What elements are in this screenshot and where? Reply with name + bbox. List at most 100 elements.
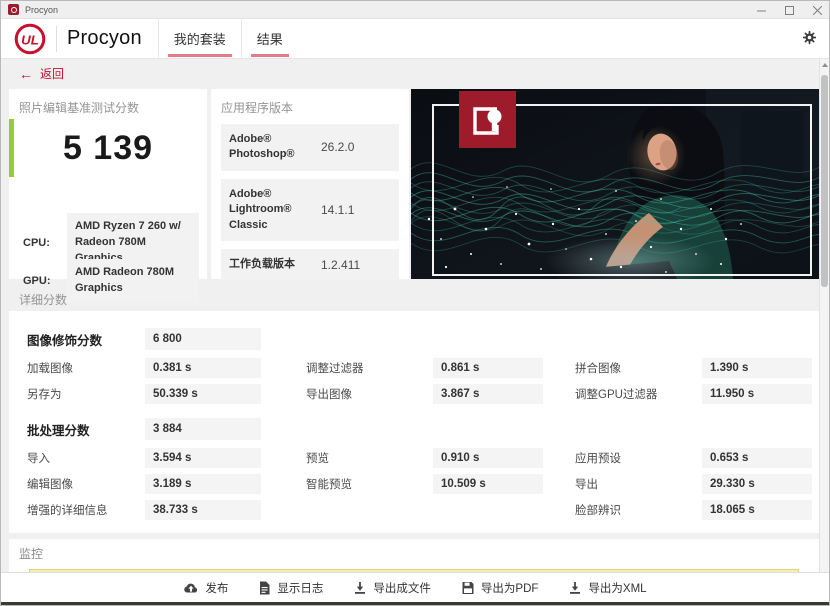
maximize-icon xyxy=(784,5,794,15)
export-pdf-button[interactable]: 导出为PDF xyxy=(461,580,538,596)
scrollbar-thumb[interactable] xyxy=(821,75,828,287)
vertical-scrollbar[interactable] xyxy=(819,59,829,572)
batch-score-value: 3 884 xyxy=(145,418,261,440)
show-log-button[interactable]: 显示日志 xyxy=(258,580,323,596)
metric-value: 10.509 s xyxy=(433,474,543,494)
close-icon xyxy=(812,5,822,15)
versions-panel: 应用程序版本 Adobe® Photoshop® 26.2.0 Adobe® L… xyxy=(211,89,409,281)
metric-value-empty xyxy=(433,500,543,520)
tab-my-suites[interactable]: 我的套装 xyxy=(157,18,241,59)
metric-label: 调整过滤器 xyxy=(306,363,364,375)
detail-row: 编辑图像 3.189 s 智能预览 10.509 s 导出 29.330 s xyxy=(9,471,819,497)
title-bar: Procyon xyxy=(1,1,829,19)
batch-score-label: 批处理分数 xyxy=(27,423,90,438)
window-title: Procyon xyxy=(25,4,59,15)
monitoring-title: 监控 xyxy=(19,547,44,561)
header: UL Procyon 我的套装 结果 xyxy=(1,18,829,59)
detail-row: 导入 3.594 s 预览 0.910 s 应用预设 0.653 s xyxy=(9,445,819,471)
metric-value: 1.390 s xyxy=(702,358,812,378)
metric-value: 3.867 s xyxy=(433,384,543,404)
photo-benchmark-badge-icon xyxy=(459,91,516,148)
batch-score-row: 批处理分数 3 884 xyxy=(9,413,819,445)
desktop-edge xyxy=(1,602,829,605)
version-item: Adobe® Lightroom® Classic 14.1.1 xyxy=(221,178,399,241)
version-item: 工作负载版本 1.2.411 xyxy=(221,248,399,281)
metric-value: 0.653 s xyxy=(702,448,812,468)
app-logo-icon xyxy=(8,4,19,15)
detailed-scores-title: 详细分数 xyxy=(19,293,68,307)
detail-row: 增强的详细信息 38.733 s 脸部辨识 18.065 s xyxy=(9,497,819,523)
maximize-button[interactable] xyxy=(776,1,802,19)
ul-logo: UL xyxy=(14,23,46,54)
metric-label: 另存为 xyxy=(27,389,62,401)
metric-label: 脸部辨识 xyxy=(575,505,621,517)
detailed-scores-panel: 图像修饰分数 6 800 加载图像 0.381 s 调整过滤器 0.861 s … xyxy=(9,311,819,533)
cpu-label: CPU: xyxy=(23,236,50,249)
detail-row: 加载图像 0.381 s 调整过滤器 0.861 s 拼合图像 1.390 s xyxy=(9,355,819,381)
metric-label: 导入 xyxy=(27,453,50,465)
retouch-score-value: 6 800 xyxy=(145,328,261,350)
version-value: 1.2.411 xyxy=(321,257,361,272)
export-file-button[interactable]: 导出成文件 xyxy=(353,580,431,596)
metric-label: 加载图像 xyxy=(27,363,73,375)
gpu-label: GPU: xyxy=(23,274,51,287)
metric-label: 预览 xyxy=(306,453,329,465)
metric-value: 3.594 s xyxy=(145,448,261,468)
download-icon xyxy=(570,581,581,594)
svg-text:UL: UL xyxy=(21,32,39,47)
metric-label: 应用预设 xyxy=(575,453,621,465)
metric-label: 拼合图像 xyxy=(575,363,621,375)
metric-label: 增强的详细信息 xyxy=(27,505,108,517)
version-value: 26.2.0 xyxy=(321,140,355,155)
versions-panel-title: 应用程序版本 xyxy=(221,101,294,115)
metric-value: 38.733 s xyxy=(145,500,261,520)
detail-row: 另存为 50.339 s 导出图像 3.867 s 调整GPU过滤器 11.95… xyxy=(9,381,819,407)
score-panel: 照片编辑基准测试分数 5 139 CPU: AMD Ryzen 7 260 w/… xyxy=(9,89,207,303)
version-name: Adobe® Photoshop® xyxy=(229,133,295,161)
metric-label: 编辑图像 xyxy=(27,479,73,491)
metric-value: 50.339 s xyxy=(145,384,261,404)
download-icon xyxy=(355,581,366,594)
gpu-value: AMD Radeon 780M Graphics xyxy=(67,259,199,303)
settings-gear-icon[interactable] xyxy=(802,30,817,45)
metric-value: 11.950 s xyxy=(702,384,812,404)
metric-value: 3.189 s xyxy=(145,474,261,494)
brand-title: Procyon xyxy=(67,27,142,49)
footer-toolbar: 发布 显示日志 导出成文件 导出为PDF 导出为XML xyxy=(1,572,829,602)
version-name: Adobe® Lightroom® Classic xyxy=(229,187,292,231)
metric-value: 29.330 s xyxy=(702,474,812,494)
metric-label: 导出图像 xyxy=(306,389,352,401)
metric-label: 导出 xyxy=(575,479,598,491)
metric-value: 0.861 s xyxy=(433,358,543,378)
score-panel-title: 照片编辑基准测试分数 xyxy=(19,101,140,115)
metric-label: 调整GPU过滤器 xyxy=(575,389,658,401)
minimize-button[interactable] xyxy=(748,1,774,19)
version-item: Adobe® Photoshop® 26.2.0 xyxy=(221,124,399,171)
log-icon xyxy=(260,581,270,594)
version-value: 14.1.1 xyxy=(321,202,355,217)
tab-results[interactable]: 结果 xyxy=(240,18,298,59)
benchmark-score: 5 139 xyxy=(62,129,154,167)
benchmark-hero-image xyxy=(411,89,823,279)
metric-value: 0.910 s xyxy=(433,448,543,468)
export-xml-button[interactable]: 导出为XML xyxy=(568,580,647,596)
back-arrow-icon: ← xyxy=(19,65,33,82)
metric-value: 0.381 s xyxy=(145,358,261,378)
scrollbar-up-arrow[interactable] xyxy=(822,63,828,67)
version-name: 工作负载版本 xyxy=(229,257,295,270)
publish-button[interactable]: 发布 xyxy=(183,580,228,596)
back-button[interactable]: ← 返回 xyxy=(19,65,64,82)
main-tabs: 我的套装 结果 xyxy=(157,18,298,59)
back-label: 返回 xyxy=(40,67,65,81)
close-button[interactable] xyxy=(804,1,829,19)
cloud-upload-icon xyxy=(184,583,198,592)
minimize-icon xyxy=(756,10,766,11)
header-divider xyxy=(56,25,57,52)
app-window: Procyon UL Procyon 我的套装 结果 ← 返回 照片编辑基准测试… xyxy=(0,0,830,606)
retouch-score-label: 图像修饰分数 xyxy=(27,333,103,348)
retouch-score-row: 图像修饰分数 6 800 xyxy=(9,323,819,355)
metric-value: 18.065 s xyxy=(702,500,812,520)
save-icon xyxy=(462,581,474,594)
monitoring-panel: 监控 xyxy=(9,539,819,572)
metric-label: 智能预览 xyxy=(306,479,352,491)
